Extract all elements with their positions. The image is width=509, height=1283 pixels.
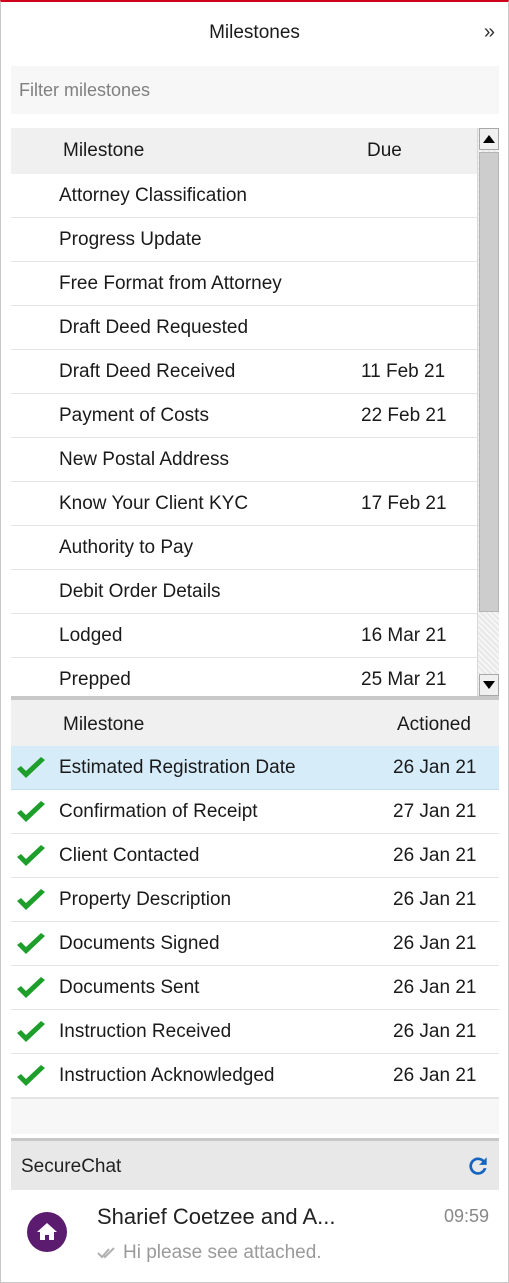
milestone-due-date: 16 Mar 21: [361, 625, 447, 646]
milestone-name: Free Format from Attorney: [59, 273, 282, 294]
double-chevron-right-icon[interactable]: »: [484, 22, 495, 42]
scroll-down-button[interactable]: [479, 674, 499, 696]
table-row[interactable]: Attorney Classification: [11, 174, 477, 218]
column-header-milestone[interactable]: Milestone: [63, 714, 144, 736]
table-row[interactable]: Free Format from Attorney: [11, 262, 477, 306]
completed-milestones-table: Milestone Actioned Estimated Registratio…: [11, 700, 499, 1134]
table-row[interactable]: Estimated Registration Date 26 Jan 21: [11, 746, 499, 790]
avatar: [27, 1212, 67, 1252]
milestone-name: Property Description: [59, 889, 232, 910]
table-row[interactable]: Authority to Pay: [11, 526, 477, 570]
table-row[interactable]: Progress Update: [11, 218, 477, 262]
milestone-actioned-date: 26 Jan 21: [393, 1065, 477, 1086]
table-row[interactable]: Draft Deed Requested: [11, 306, 477, 350]
securechat-header: SecureChat: [11, 1138, 499, 1190]
milestone-name: Draft Deed Requested: [59, 317, 249, 338]
filter-milestones-input[interactable]: [11, 66, 499, 114]
table-row[interactable]: Documents Sent 26 Jan 21: [11, 966, 499, 1010]
table-row[interactable]: Know Your Client KYC 17 Feb 21: [11, 482, 477, 526]
chat-conversation-item[interactable]: Sharief Coetzee and A... 09:59 Hi please…: [11, 1190, 499, 1278]
milestone-actioned-date: 26 Jan 21: [393, 757, 477, 778]
milestone-due-date: 22 Feb 21: [361, 405, 447, 426]
arrow-down-icon: [483, 681, 495, 689]
check-icon: [17, 801, 45, 822]
check-icon: [17, 845, 45, 866]
filter-box: [11, 66, 499, 114]
check-icon: [17, 1065, 45, 1086]
home-icon: [37, 1223, 57, 1240]
conversation-preview: Hi please see attached.: [97, 1242, 322, 1264]
milestone-name: Lodged: [59, 625, 123, 646]
table-row[interactable]: Instruction Acknowledged 26 Jan 21: [11, 1054, 499, 1098]
milestone-name: Documents Sent: [59, 977, 200, 998]
milestone-actioned-date: 26 Jan 21: [393, 933, 477, 954]
milestone-name: Confirmation of Receipt: [59, 801, 258, 822]
check-icon: [17, 933, 45, 954]
milestone-name: Progress Update: [59, 229, 202, 250]
table-row[interactable]: New Postal Address: [11, 438, 477, 482]
milestone-name: New Postal Address: [59, 449, 230, 470]
table-row[interactable]: Client Contacted 26 Jan 21: [11, 834, 499, 878]
milestone-name: Attorney Classification: [59, 185, 247, 206]
table-body: Attorney Classification Progress Update Fr…: [11, 174, 477, 696]
refresh-icon[interactable]: [465, 1153, 491, 1179]
milestone-actioned-date: 26 Jan 21: [393, 977, 477, 998]
table-row[interactable]: Confirmation of Receipt 27 Jan 21: [11, 790, 499, 834]
milestone-due-date: 17 Feb 21: [361, 493, 447, 514]
milestone-name: Prepped: [59, 669, 131, 690]
double-check-icon: [97, 1247, 115, 1259]
table-body: Estimated Registration Date 26 Jan 21 Conf…: [11, 746, 499, 1098]
upcoming-milestones-table: Milestone Due Attorney Classification Pro…: [11, 128, 499, 696]
table-row[interactable]: Draft Deed Received 11 Feb 21: [11, 350, 477, 394]
milestone-name: Payment of Costs: [59, 405, 209, 426]
scroll-thumb[interactable]: [479, 152, 499, 612]
table-row[interactable]: Property Description 26 Jan 21: [11, 878, 499, 922]
milestone-due-date: 25 Mar 21: [361, 669, 447, 690]
milestone-actioned-date: 26 Jan 21: [393, 845, 477, 866]
milestone-name: Authority to Pay: [59, 537, 194, 558]
milestone-name: Instruction Received: [59, 1021, 232, 1042]
table-header: Milestone Due: [11, 128, 477, 174]
milestone-due-date: 11 Feb 21: [361, 361, 446, 382]
check-icon: [17, 1021, 45, 1042]
table-row[interactable]: Lodged 16 Mar 21: [11, 614, 477, 658]
table-row[interactable]: Documents Signed 26 Jan 21: [11, 922, 499, 966]
check-icon: [17, 977, 45, 998]
milestone-name: Estimated Registration Date: [59, 757, 296, 778]
securechat-title: SecureChat: [21, 1156, 122, 1177]
milestone-name: Documents Signed: [59, 933, 220, 954]
panel-header: Milestones »: [1, 2, 508, 64]
table-row[interactable]: Prepped 25 Mar 21: [11, 658, 477, 696]
milestone-name: Client Contacted: [59, 845, 200, 866]
arrow-up-icon: [483, 135, 495, 143]
table-row[interactable]: Debit Order Details: [11, 570, 477, 614]
milestone-name: Draft Deed Received: [59, 361, 236, 382]
milestone-name: Instruction Acknowledged: [59, 1065, 275, 1086]
milestone-actioned-date: 26 Jan 21: [393, 889, 477, 910]
milestone-actioned-date: 26 Jan 21: [393, 1021, 477, 1042]
table-header: Milestone Actioned: [11, 700, 499, 746]
milestones-panel: Milestones » Milestone Due Attorney Clas…: [0, 0, 509, 1283]
table-row[interactable]: Payment of Costs 22 Feb 21: [11, 394, 477, 438]
column-header-milestone[interactable]: Milestone: [63, 140, 144, 162]
conversation-time: 09:59: [443, 1206, 489, 1226]
column-header-due[interactable]: Due: [367, 140, 402, 162]
empty-area: [11, 1098, 499, 1134]
milestone-name: Know Your Client KYC: [59, 493, 249, 514]
check-icon: [17, 889, 45, 910]
vertical-scrollbar[interactable]: [477, 128, 499, 696]
milestone-actioned-date: 27 Jan 21: [393, 801, 477, 822]
conversation-name: Sharief Coetzee and A...: [97, 1204, 336, 1229]
scroll-up-button[interactable]: [479, 128, 499, 150]
preview-text: Hi please see attached.: [123, 1242, 322, 1263]
column-header-actioned[interactable]: Actioned: [397, 714, 471, 736]
check-icon: [17, 757, 45, 778]
milestone-name: Debit Order Details: [59, 581, 221, 602]
table-row[interactable]: Instruction Received 26 Jan 21: [11, 1010, 499, 1054]
page-title: Milestones: [209, 22, 300, 43]
